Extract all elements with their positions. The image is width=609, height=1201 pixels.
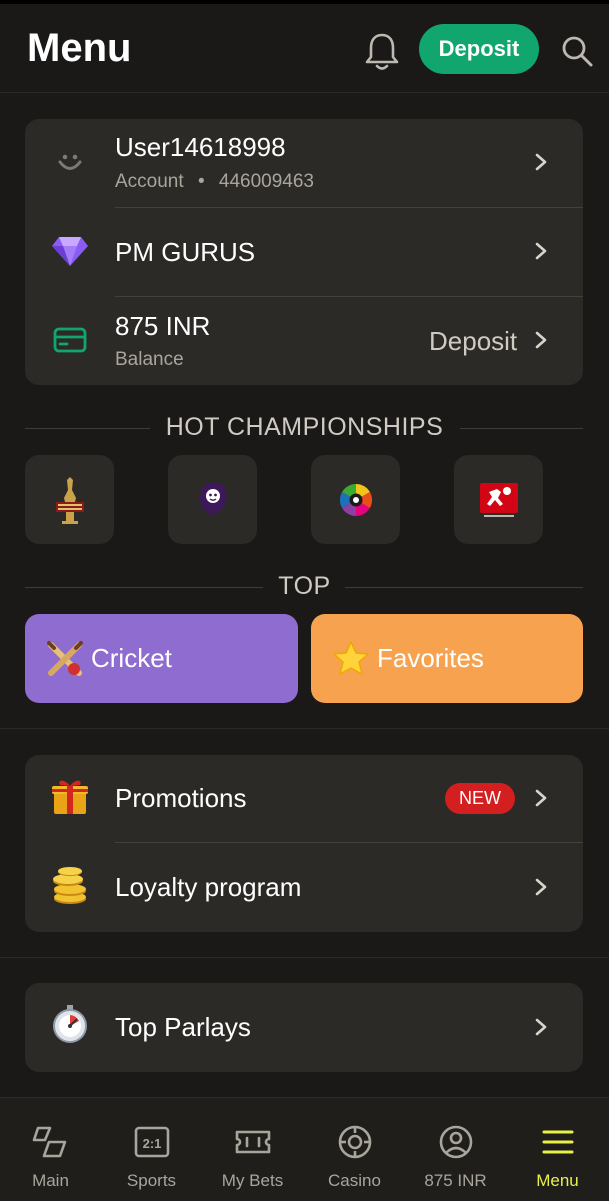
- coins-icon: [49, 865, 91, 907]
- new-badge: NEW: [445, 783, 515, 814]
- cricket-icon: [47, 640, 83, 676]
- promotions-label: Promotions: [115, 783, 247, 813]
- promo-card: Promotions Loyalty program: [25, 755, 583, 932]
- account-info: Account • 446009463: [115, 171, 314, 193]
- star-icon: [333, 640, 369, 675]
- chevron-right-icon: [535, 331, 547, 349]
- status-row[interactable]: PM GURUS: [25, 208, 583, 296]
- bell-icon[interactable]: [362, 30, 402, 74]
- svg-text:2:1: 2:1: [143, 1136, 162, 1151]
- deposit-button[interactable]: Deposit: [419, 24, 539, 74]
- laliga-ball-icon: [339, 483, 372, 516]
- menu-icon: [542, 1130, 574, 1154]
- cricket-label: Cricket: [91, 643, 172, 673]
- username: User14618998: [115, 132, 286, 162]
- chevron-right-icon: [535, 878, 547, 896]
- header: Menu Deposit: [0, 4, 609, 92]
- section-divider: [0, 957, 609, 958]
- loyalty-label: Loyalty program: [115, 872, 302, 902]
- bottom-nav: Main 2:1 Sports My Bets Casino 875 INR M…: [0, 1097, 609, 1201]
- user-smile-icon: [49, 141, 91, 183]
- diamond-icon: [49, 230, 91, 272]
- chevron-right-icon: [535, 153, 547, 171]
- account-icon: [439, 1125, 473, 1159]
- nav-menu[interactable]: Menu: [507, 1098, 608, 1201]
- main-icon: [32, 1126, 67, 1158]
- nav-my-bets[interactable]: My Bets: [202, 1098, 303, 1201]
- championship-ipl[interactable]: [25, 455, 114, 544]
- ticket-icon: [235, 1130, 271, 1154]
- balance-value: 875 INR: [115, 311, 211, 341]
- chevron-right-icon: [535, 1018, 547, 1036]
- casino-chip-icon: [338, 1125, 372, 1159]
- nav-label-menu: Menu: [536, 1171, 579, 1190]
- bundesliga-icon: [479, 482, 518, 517]
- parlays-card[interactable]: Top Parlays: [25, 983, 583, 1072]
- account-label: Account: [115, 171, 184, 192]
- account-card: User14618998 Account • 446009463 PM GURU…: [25, 119, 583, 385]
- favorites-button[interactable]: Favorites: [311, 614, 583, 703]
- section-divider: [0, 728, 609, 729]
- ipl-trophy-icon: [55, 476, 84, 524]
- parlays-label: Top Parlays: [115, 1012, 251, 1042]
- championship-laliga[interactable]: [311, 455, 400, 544]
- sports-icon: 2:1: [134, 1126, 170, 1158]
- balance-label: Balance: [115, 349, 184, 370]
- championship-bundesliga[interactable]: [454, 455, 543, 544]
- gift-icon: [49, 775, 91, 817]
- page-title: Menu: [27, 26, 132, 70]
- section-line: [345, 587, 583, 588]
- card-icon: [49, 319, 91, 361]
- cricket-button[interactable]: Cricket: [25, 614, 298, 703]
- nav-account[interactable]: 875 INR: [405, 1098, 506, 1201]
- chevron-right-icon: [535, 242, 547, 260]
- nav-label-sports: Sports: [126, 1171, 177, 1190]
- championship-premier-league[interactable]: [168, 455, 257, 544]
- account-id: 446009463: [218, 171, 314, 192]
- nav-label-casino: Casino: [328, 1171, 381, 1190]
- account-row[interactable]: User14618998 Account • 446009463: [25, 119, 583, 207]
- nav-label-main: Main: [32, 1171, 69, 1190]
- deposit-link[interactable]: Deposit: [429, 326, 517, 357]
- stopwatch-icon: [49, 1003, 91, 1045]
- section-line: [460, 428, 583, 429]
- search-icon[interactable]: [560, 34, 594, 68]
- chevron-right-icon: [535, 789, 547, 807]
- nav-casino[interactable]: Casino: [304, 1098, 405, 1201]
- loyalty-row[interactable]: Loyalty program: [25, 843, 583, 932]
- nav-sports[interactable]: 2:1 Sports: [101, 1098, 202, 1201]
- nav-main[interactable]: Main: [0, 1098, 101, 1201]
- premier-league-lion-icon: [197, 481, 228, 516]
- favorites-label: Favorites: [377, 643, 484, 673]
- account-separator: •: [197, 171, 205, 192]
- header-divider: [0, 92, 609, 93]
- nav-label-account: 875 INR: [424, 1171, 487, 1190]
- balance-row[interactable]: 875 INR Balance Deposit: [25, 297, 583, 385]
- nav-label-my-bets: My Bets: [221, 1171, 284, 1190]
- status-label: PM GURUS: [115, 237, 256, 267]
